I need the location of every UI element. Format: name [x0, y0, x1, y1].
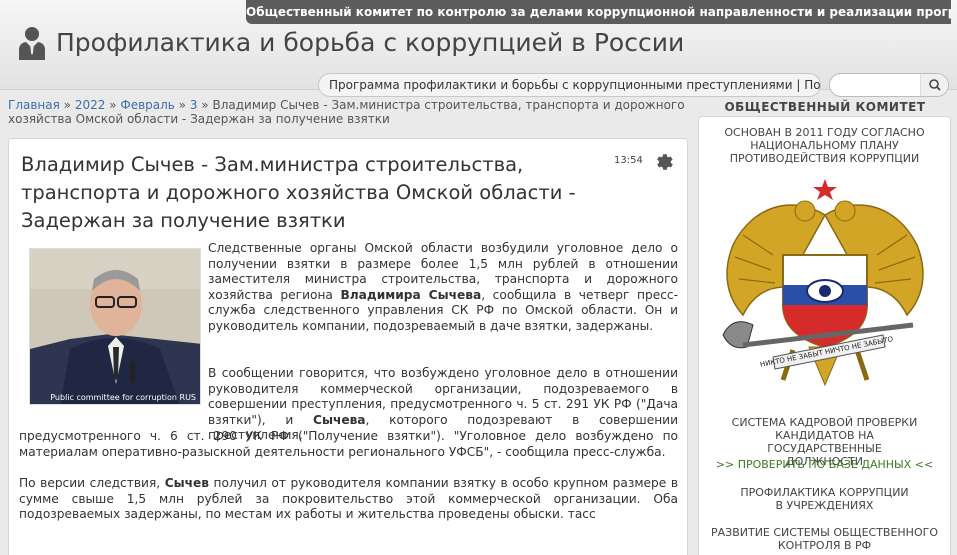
person-name: Сычев: [164, 476, 209, 490]
breadcrumb-year[interactable]: 2022: [75, 98, 106, 112]
breadcrumb-separator: »: [174, 98, 190, 112]
breadcrumb-home[interactable]: Главная: [8, 98, 60, 112]
sidebar-title: ОБЩЕСТВЕННЫЙ КОМИТЕТ: [724, 100, 926, 114]
breadcrumb-month[interactable]: Февраль: [120, 98, 175, 112]
search-button[interactable]: [920, 74, 948, 96]
program-search-bar[interactable]: Программа профилактики и борьбы с корруп…: [318, 73, 821, 97]
photo-watermark: Public committee for corruption RUS: [50, 393, 196, 402]
search-icon: [929, 79, 941, 91]
paragraph-text: По версии следствия,: [19, 476, 165, 490]
sidebar-panel: ОСНОВАН В 2011 ГОДУ СОГЛАСНО НАЦИОНАЛЬНО…: [698, 116, 951, 555]
article-photo: Public committee for corruption RUS: [29, 248, 201, 405]
public-control-link[interactable]: РАЗВИТИЕ СИСТЕМЫ ОБЩЕСТВЕННОГО КОНТРОЛЯ …: [699, 526, 950, 552]
paragraph-text: предусмотренного ч. 6 ст. 290 УК РФ ("По…: [19, 429, 678, 459]
search-box: [829, 73, 949, 97]
article-paragraph-1: Следственные органы Омской области возбу…: [208, 241, 678, 335]
prevention-link[interactable]: ПРОФИЛАКТИКА КОРРУПЦИИ В УЧРЕЖДЕНИЯХ: [699, 486, 950, 512]
article-panel: Владимир Сычев - Зам.министра строительс…: [8, 138, 688, 555]
official-portrait: [30, 249, 200, 404]
person-name: Владимира Сычева: [340, 287, 482, 302]
person-name: Сычева: [313, 412, 366, 427]
committee-strip[interactable]: Общественный комитет по контролю за дела…: [246, 0, 951, 24]
breadcrumb: Главная » 2022 » Февраль » 3 » Владимир …: [8, 98, 688, 126]
search-input[interactable]: [830, 74, 922, 96]
committee-emblem[interactable]: НИКТО НЕ ЗАБЫТ НИЧТО НЕ ЗАБЫТО: [713, 175, 937, 405]
article-paragraph-3: По версии следствия, Сычев получил от ру…: [19, 476, 678, 523]
person-in-suit-icon: [19, 27, 45, 60]
site-header: Общественный комитет по контролю за дела…: [0, 0, 957, 97]
gear-icon[interactable]: [653, 151, 675, 173]
article-paragraph-2-cont: предусмотренного ч. 6 ст. 290 УК РФ ("По…: [19, 429, 678, 460]
article-time: 13:54: [614, 155, 643, 166]
founded-text: ОСНОВАН В 2011 ГОДУ СОГЛАСНО НАЦИОНАЛЬНО…: [724, 126, 925, 165]
breadcrumb-separator: »: [197, 98, 213, 112]
check-database-link[interactable]: >> ПРОВЕРИТЬ ПО БАЗЕ ДАННЫХ <<: [699, 458, 950, 471]
site-title[interactable]: Профилактика и борьба с коррупцией в Рос…: [56, 28, 684, 57]
breadcrumb-separator: »: [105, 98, 121, 112]
article-title: Владимир Сычев - Зам.министра строительс…: [21, 153, 576, 232]
breadcrumb-separator: »: [59, 98, 75, 112]
